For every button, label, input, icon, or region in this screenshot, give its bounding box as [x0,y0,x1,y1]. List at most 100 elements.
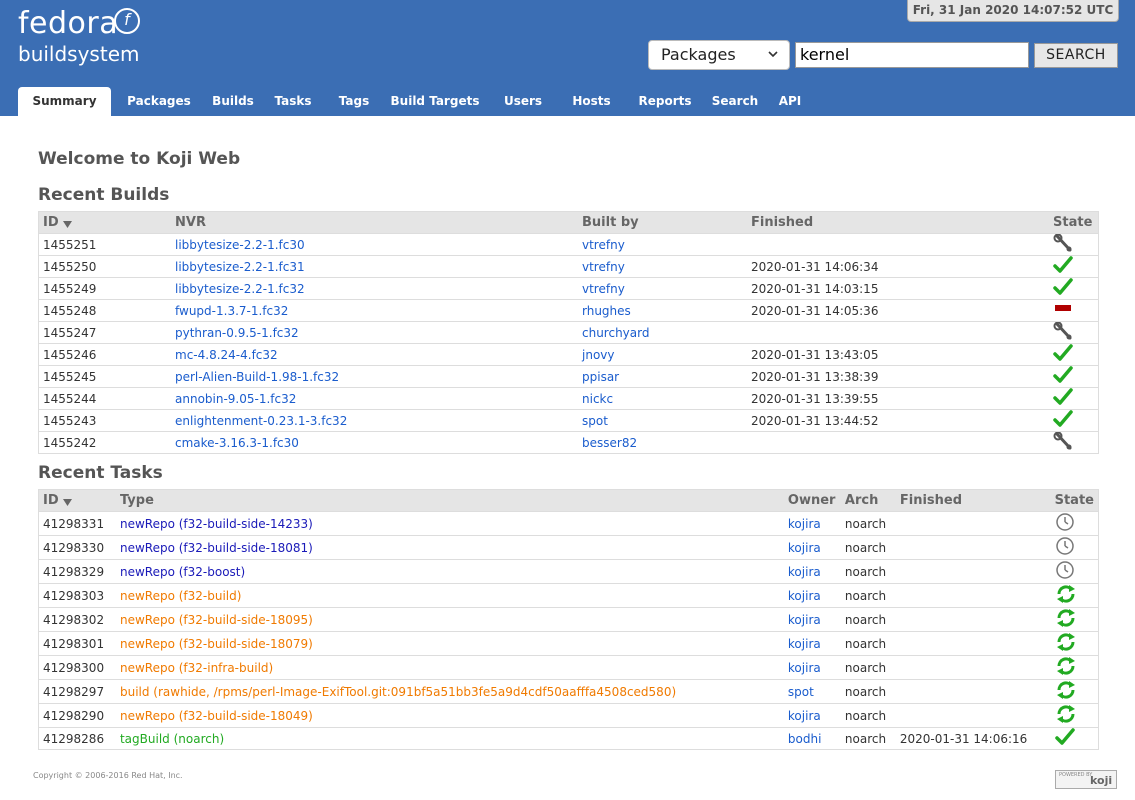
task-finished [895,607,1051,632]
build-id: 1455249 [38,277,171,300]
refresh-icon [1055,705,1077,727]
sort-descending-icon[interactable] [62,496,72,506]
search-input[interactable]: kernel [795,42,1029,68]
builds-col-state[interactable]: State [1049,211,1099,234]
build-nvr-link[interactable]: perl-Alien-Build-1.98-1.fc32 [175,370,339,384]
task-owner-link[interactable]: kojira [788,613,821,627]
build-nvr-link[interactable]: pythran-0.9.5-1.fc32 [175,326,299,340]
clock-icon [1055,537,1075,559]
build-finished: 2020-01-31 14:03:15 [747,277,1049,300]
refresh-icon [1055,681,1077,703]
build-nvr-link[interactable]: enlightenment-0.23.1-3.fc32 [175,414,347,428]
builds-col-id[interactable]: ID [38,211,171,234]
task-owner-link[interactable]: kojira [788,565,821,579]
tasks-col-finished[interactable]: Finished [895,489,1051,512]
build-owner-link[interactable]: vtrefny [582,282,625,296]
task-type-link[interactable]: newRepo (f32-build-side-18049) [120,709,313,723]
tab-users[interactable]: Users [489,87,557,116]
tab-reports[interactable]: Reports [626,87,704,116]
task-owner-link[interactable]: kojira [788,589,821,603]
tab-build-targets[interactable]: Build Targets [381,87,489,116]
build-finished: 2020-01-31 14:05:36 [747,299,1049,322]
task-type-link[interactable]: tagBuild (noarch) [120,732,224,746]
task-type-link[interactable]: newRepo (f32-build-side-18081) [120,541,313,555]
task-row: 41298330 newRepo (f32-build-side-18081) ko… [38,535,1099,560]
builds-col-finished[interactable]: Finished [747,211,1049,234]
build-nvr-link[interactable]: annobin-9.05-1.fc32 [175,392,296,406]
fedora-infinity-icon: f [114,8,140,34]
build-id: 1455242 [38,431,171,454]
task-arch: noarch [840,679,896,704]
builds-col-nvr[interactable]: NVR [171,211,578,234]
search-type-value: Packages [661,45,736,64]
build-id: 1455246 [38,343,171,366]
build-finished: 2020-01-31 13:43:05 [747,343,1049,366]
build-nvr-link[interactable]: libbytesize-2.2-1.fc31 [175,260,305,274]
fedora-buildsystem-logo[interactable]: fedora buildsystem f [18,8,140,66]
build-finished: 2020-01-31 13:44:52 [747,409,1049,432]
checkmark-icon [1053,410,1073,431]
task-row: 41298331 newRepo (f32-build-side-14233) ko… [38,511,1099,536]
build-row: 1455247 pythran-0.9.5-1.fc32 churchyard [38,321,1099,344]
build-owner-link[interactable]: spot [582,414,608,428]
tab-builds[interactable]: Builds [207,87,259,116]
recent-tasks-table: ID Type Owner Arch Finished State 412983… [38,489,1099,750]
tasks-col-owner[interactable]: Owner [783,489,841,512]
recent-builds-table: ID NVR Built by Finished State 1455251 li… [38,211,1099,454]
build-owner-link[interactable]: jnovy [582,348,614,362]
tasks-col-type[interactable]: Type [115,489,784,512]
header-bar: fedora buildsystem f Fri, 31 Jan 2020 14… [0,0,1135,116]
task-finished [895,559,1051,584]
tab-summary[interactable]: Summary [18,87,111,116]
build-nvr-link[interactable]: fwupd-1.3.7-1.fc32 [175,304,288,318]
tab-hosts[interactable]: Hosts [557,87,626,116]
task-id: 41298286 [38,727,116,750]
task-type-link[interactable]: newRepo (f32-build-side-14233) [120,517,313,531]
task-type-link[interactable]: newRepo (f32-build-side-18095) [120,613,313,627]
task-owner-link[interactable]: bodhi [788,732,822,746]
build-owner-link[interactable]: churchyard [582,326,649,340]
build-nvr-link[interactable]: cmake-3.16.3-1.fc30 [175,436,299,450]
task-owner-link[interactable]: kojira [788,661,821,675]
build-finished: 2020-01-31 13:38:39 [747,365,1049,388]
task-type-link[interactable]: newRepo (f32-infra-build) [120,661,273,675]
search-button[interactable]: SEARCH [1034,43,1118,68]
task-owner-link[interactable]: kojira [788,541,821,555]
task-type-link[interactable]: newRepo (f32-build-side-18079) [120,637,313,651]
task-owner-link[interactable]: spot [788,685,814,699]
build-owner-link[interactable]: ppisar [582,370,619,384]
build-nvr-link[interactable]: libbytesize-2.2-1.fc32 [175,282,305,296]
build-id: 1455248 [38,299,171,322]
builds-col-built-by[interactable]: Built by [578,211,747,234]
task-type-link[interactable]: newRepo (f32-build) [120,589,241,603]
tab-tags[interactable]: Tags [327,87,381,116]
task-row: 41298303 newRepo (f32-build) kojira noarch [38,583,1099,608]
build-nvr-link[interactable]: libbytesize-2.2-1.fc30 [175,238,305,252]
tab-tasks[interactable]: Tasks [259,87,327,116]
search-type-select[interactable]: Packages [648,40,790,70]
powered-by-label: POWERED BY [1059,772,1093,778]
task-owner-link[interactable]: kojira [788,637,821,651]
koji-logo-text: koji [1090,774,1113,787]
task-type-link[interactable]: build (rawhide, /rpms/perl-Image-ExifToo… [120,685,676,699]
refresh-icon [1055,585,1077,607]
tasks-col-id[interactable]: ID [38,489,116,512]
build-owner-link[interactable]: vtrefny [582,238,625,252]
build-owner-link[interactable]: besser82 [582,436,637,450]
task-owner-link[interactable]: kojira [788,517,821,531]
build-owner-link[interactable]: vtrefny [582,260,625,274]
sort-descending-icon[interactable] [62,218,72,228]
task-type-link[interactable]: newRepo (f32-boost) [120,565,245,579]
tasks-col-arch[interactable]: Arch [840,489,896,512]
tab-search[interactable]: Search [704,87,766,116]
powered-by-koji-badge[interactable]: POWERED BY koji [1055,770,1117,789]
task-owner-link[interactable]: kojira [788,709,821,723]
tab-api[interactable]: API [766,87,814,116]
tasks-col-state[interactable]: State [1050,489,1099,512]
build-owner-link[interactable]: rhughes [582,304,631,318]
build-row: 1455250 libbytesize-2.2-1.fc31 vtrefny 2020… [38,255,1099,278]
build-owner-link[interactable]: nickc [582,392,613,406]
build-nvr-link[interactable]: mc-4.8.24-4.fc32 [175,348,278,362]
tab-packages[interactable]: Packages [111,87,207,116]
builds-header-row: ID NVR Built by Finished State [38,211,1099,234]
